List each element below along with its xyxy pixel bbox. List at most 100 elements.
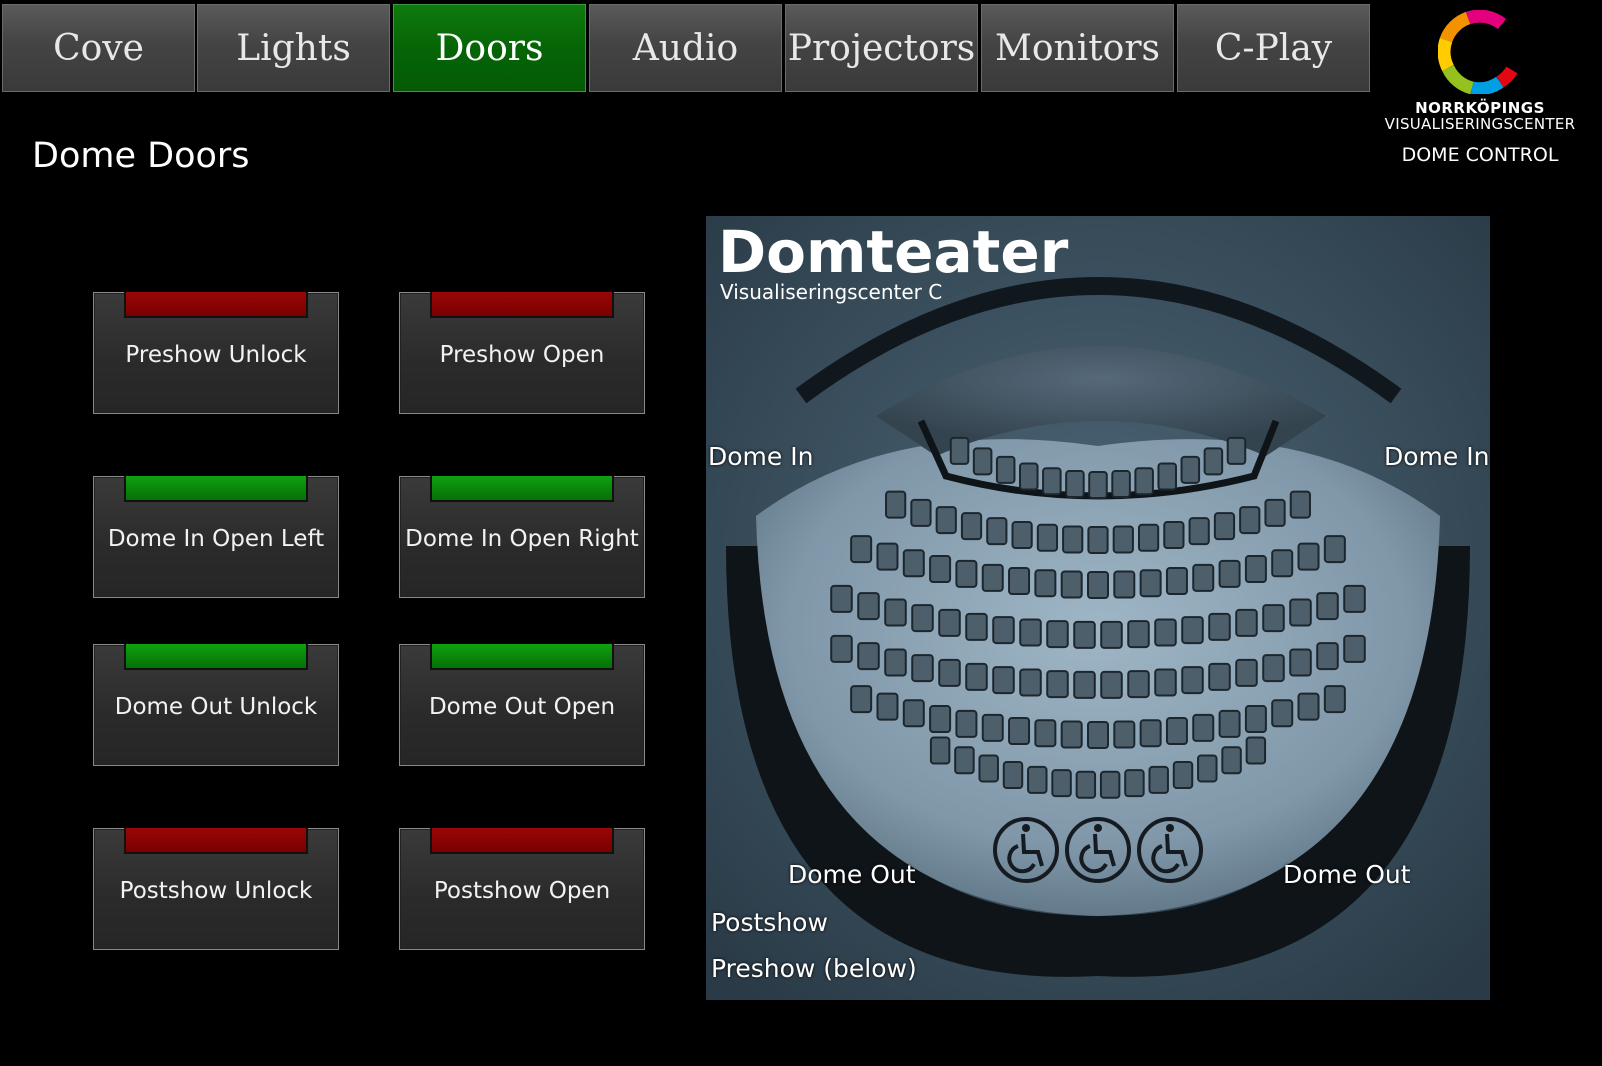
seat [1244,705,1267,734]
preshow-unlock-button[interactable]: Preshow Unlock [93,292,339,414]
tab-projectors[interactable]: Projectors [785,4,978,92]
logo-c-icon [1438,10,1518,94]
seat [986,517,1008,546]
dome-out-unlock-button[interactable]: Dome Out Unlock [93,644,339,766]
seat [1134,467,1154,496]
seat [1154,618,1177,647]
tab-doors[interactable]: Doors [393,4,586,92]
seat [1148,765,1169,794]
seat [1316,592,1339,621]
seat [1011,521,1033,550]
label-preshow: Preshow (below) [711,954,917,983]
seat [876,692,899,721]
dome-in-open-right-button[interactable]: Dome In Open Right [399,476,645,598]
seat [1111,470,1131,499]
seat [1203,447,1224,476]
postshow-unlock-button[interactable]: Postshow Unlock [93,828,339,950]
seat [1157,462,1178,491]
seat [955,709,978,738]
seat [929,705,952,734]
tab-c-play[interactable]: C-Play [1177,4,1370,92]
seat [1343,634,1366,663]
button-label: Postshow Open [433,878,611,904]
seat [1235,658,1258,687]
seat [978,754,999,783]
seat [1062,525,1084,554]
seat [876,542,899,571]
seat [1137,523,1160,552]
seat [992,666,1015,695]
tab-monitors[interactable]: Monitors [981,4,1174,92]
seat [1289,490,1311,519]
preshow-open-button[interactable]: Preshow Open [399,292,645,414]
seat [1019,462,1039,491]
seat [1042,467,1062,496]
seat [1289,648,1312,677]
status-indicator [430,644,614,670]
wheelchair-icon [1137,817,1203,883]
seat [1034,719,1057,748]
seat [885,490,907,519]
seat [1181,616,1204,645]
seat [1051,769,1072,798]
seat [935,506,957,535]
seat [857,592,880,621]
seat [1239,506,1261,535]
seat [1218,559,1241,588]
seat [938,608,961,637]
status-indicator [430,828,614,854]
seat [1088,471,1108,499]
seat [949,436,970,465]
seat [1297,542,1320,571]
seat [902,699,925,728]
seat [830,584,853,613]
seat [929,736,951,765]
postshow-open-button[interactable]: Postshow Open [399,828,645,950]
tab-audio[interactable]: Audio [589,4,782,92]
seat [1163,521,1185,550]
seat [884,648,907,677]
status-indicator [124,476,308,502]
seat [1139,569,1162,598]
map-title: Domteater [718,218,1069,286]
seat [992,616,1015,645]
status-indicator [430,292,614,318]
seat [1172,761,1194,789]
seat [1181,666,1204,695]
tab-cove[interactable]: Cove [2,4,195,92]
seat [1271,549,1294,578]
status-indicator [430,476,614,502]
button-label: Postshow Unlock [119,878,313,904]
seat [1323,535,1346,564]
logo-line-1: NORRKÖPINGS [1415,99,1545,117]
seat [1100,620,1123,649]
seat [1221,746,1242,775]
seat [1218,709,1241,738]
dome-out-open-button[interactable]: Dome Out Open [399,644,645,766]
logo-line-2: VISUALISERINGSCENTER [1384,115,1576,133]
seat [1036,523,1059,552]
seat [1073,620,1096,649]
seat [1124,769,1145,798]
seat [1192,713,1215,742]
seat [1099,770,1121,799]
seat [954,746,975,775]
label-dome-in-left: Dome In [708,442,814,471]
seat [1188,517,1210,546]
label-dome-in-right: Dome In [1384,442,1490,471]
seat [1027,765,1048,794]
button-label: Dome Out Open [428,694,616,720]
seat [1112,525,1134,554]
seat [902,549,925,578]
seat [884,598,907,627]
seat [1343,584,1366,613]
seat [1271,699,1294,728]
button-label: Dome In Open Right [405,526,639,552]
seat [1073,670,1096,699]
seat [1008,717,1031,746]
dome-in-open-left-button[interactable]: Dome In Open Left [93,476,339,598]
wheelchair-icon [993,817,1059,883]
tab-lights[interactable]: Lights [197,4,390,92]
seat [830,634,853,663]
seat [1046,670,1069,699]
